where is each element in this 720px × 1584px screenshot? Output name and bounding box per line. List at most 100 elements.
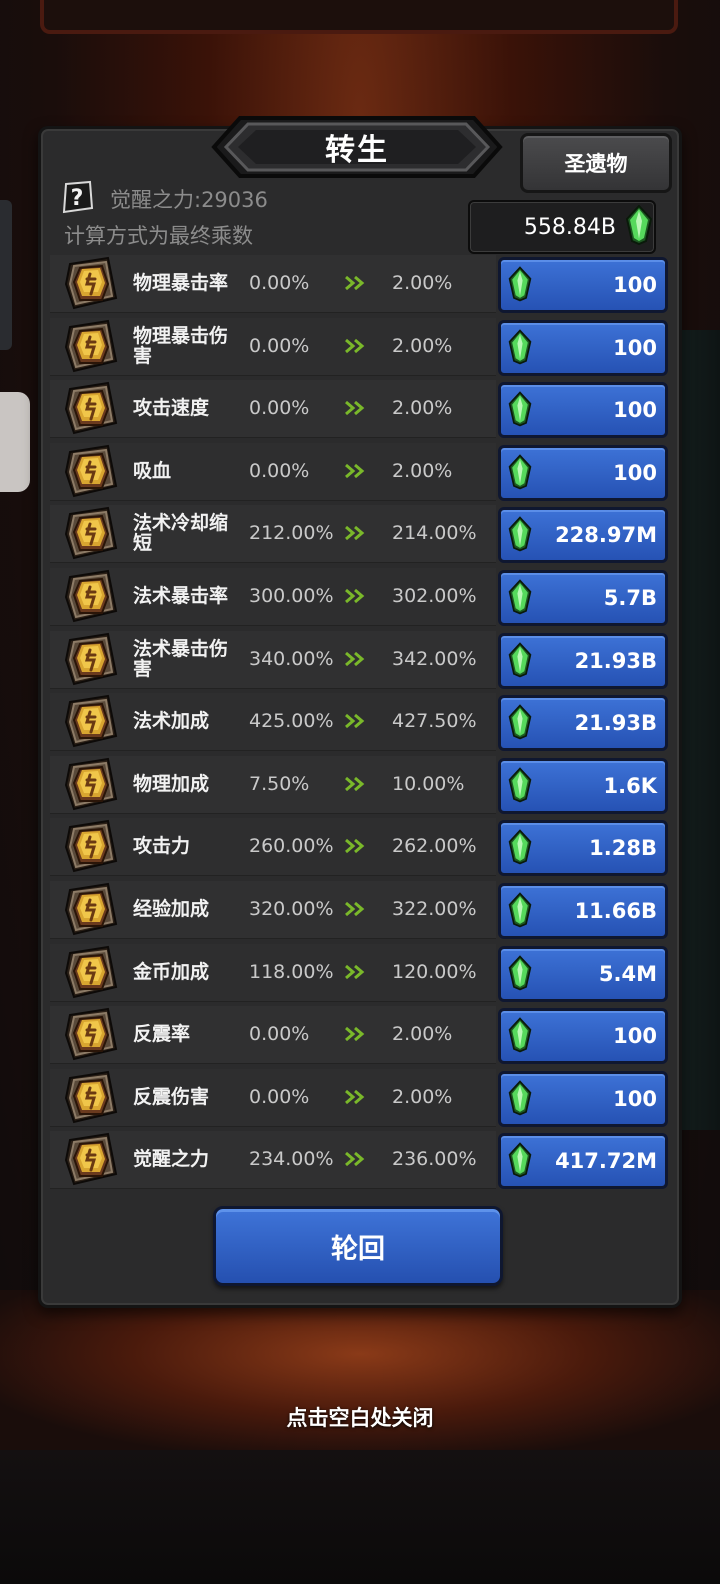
- green-gem-icon: [507, 829, 533, 869]
- upgrade-cost-button[interactable]: 100: [498, 1008, 668, 1065]
- stat-row: 反震伤害 0.00% 2.00% 100: [50, 1066, 668, 1129]
- green-gem-icon: [507, 266, 533, 306]
- double-arrow-icon: [344, 525, 368, 541]
- double-arrow-icon: [344, 651, 368, 667]
- cost-value: 21.93B: [574, 648, 657, 673]
- upgrade-cost-button[interactable]: 228.97M: [498, 507, 668, 564]
- cost-value: 5.7B: [603, 585, 657, 610]
- stat-next-value: 262.00%: [392, 835, 477, 858]
- double-arrow-icon: [344, 400, 368, 416]
- cost-value: 100: [613, 1024, 657, 1049]
- double-arrow-icon: [344, 588, 368, 604]
- cost-value: 100: [613, 1086, 657, 1111]
- upgrade-cost-button[interactable]: 21.93B: [498, 632, 668, 689]
- stat-row: 吸血 0.00% 2.00% 100: [50, 440, 668, 503]
- background-top-frame: [40, 0, 678, 34]
- green-gem-icon: [507, 391, 533, 431]
- stat-name: 反震伤害: [133, 1085, 210, 1108]
- green-gem-icon: [507, 954, 533, 995]
- green-gem-icon: [507, 641, 533, 682]
- upgrade-cost-button[interactable]: 21.93B: [498, 695, 668, 752]
- reincarnate-button[interactable]: 轮回: [213, 1206, 503, 1286]
- double-arrow-icon: [344, 338, 368, 354]
- cost-value: 228.97M: [555, 523, 657, 548]
- double-arrow-icon: [344, 275, 368, 291]
- stat-name: 攻击速度: [133, 397, 210, 420]
- double-arrow-icon: [344, 901, 368, 917]
- stat-current-value: 0.00%: [249, 272, 310, 294]
- stat-next-value: 2.00%: [392, 1023, 453, 1046]
- page-title: 转生: [325, 133, 389, 168]
- stat-next-value: 427.50%: [392, 710, 477, 733]
- question-mark-icon[interactable]: ?: [60, 180, 94, 214]
- stat-next-value: 2.00%: [392, 397, 453, 420]
- upgrade-cost-button[interactable]: 11.66B: [498, 882, 668, 939]
- double-arrow-icon: [344, 838, 368, 854]
- upgrade-cost-button[interactable]: 1.28B: [498, 820, 668, 877]
- stat-current-value: 0.00%: [249, 459, 310, 482]
- stat-name: 法术暴击伤害: [133, 637, 229, 680]
- stat-current-value: 340.00%: [249, 647, 334, 670]
- upgrade-cost-button[interactable]: 100: [498, 257, 668, 313]
- stat-row: 物理暴击伤害 0.00% 2.00% 100: [50, 315, 668, 378]
- cost-value: 100: [613, 273, 657, 297]
- green-gem-icon: [507, 1142, 533, 1182]
- upgrade-cost-button[interactable]: 100: [498, 444, 668, 501]
- rune-stone-icon: [62, 880, 120, 938]
- upgrade-cost-button[interactable]: 100: [498, 1070, 668, 1127]
- rune-stone-icon: [62, 943, 120, 1001]
- close-hint[interactable]: 点击空白处关闭: [0, 1402, 720, 1432]
- upgrade-cost-button[interactable]: 5.4M: [498, 945, 668, 1002]
- rune-stone-icon: [62, 630, 120, 688]
- double-arrow-icon: [344, 776, 368, 792]
- stat-current-value: 320.00%: [249, 897, 334, 920]
- stat-current-value: 425.00%: [249, 710, 334, 733]
- background-left-tab: [0, 392, 30, 492]
- stat-name: 经验加成: [133, 897, 210, 920]
- green-gem-icon: [624, 204, 654, 249]
- stat-next-value: 2.00%: [392, 459, 453, 482]
- calc-note: 计算方式为最终乘数: [64, 224, 253, 248]
- green-gem-icon: [507, 454, 533, 494]
- rune-stone-icon: [62, 504, 120, 562]
- green-gem-icon: [507, 516, 533, 556]
- double-arrow-icon: [344, 1026, 368, 1042]
- double-arrow-icon: [344, 1089, 368, 1105]
- upgrade-cost-button[interactable]: 417.72M: [498, 1133, 668, 1190]
- cost-value: 1.6K: [603, 773, 657, 798]
- stat-current-value: 118.00%: [249, 960, 334, 983]
- relic-button[interactable]: 圣遗物: [520, 133, 672, 193]
- stat-next-value: 342.00%: [392, 647, 477, 670]
- awaken-power-label: 觉醒之力:29036: [110, 188, 268, 212]
- stat-row: 攻击力 260.00% 262.00% 1.28B: [50, 815, 668, 878]
- stat-name: 物理暴击率: [133, 272, 229, 294]
- green-gem-icon: [507, 328, 533, 369]
- stat-name: 金币加成: [133, 960, 210, 983]
- green-gem-icon: [507, 1079, 533, 1120]
- stat-current-value: 0.00%: [249, 1085, 310, 1108]
- stat-row: 经验加成 320.00% 322.00% 11.66B: [50, 878, 668, 941]
- upgrade-cost-button[interactable]: 100: [498, 382, 668, 439]
- stat-name: 物理暴击伤害: [133, 324, 229, 367]
- stat-row: 攻击速度 0.00% 2.00% 100: [50, 377, 668, 440]
- upgrade-cost-button[interactable]: 5.7B: [498, 569, 668, 626]
- rune-stone-icon: [62, 379, 120, 437]
- background-floor: [0, 1450, 720, 1584]
- stat-row: 法术暴击伤害 340.00% 342.00% 21.93B: [50, 628, 668, 691]
- upgrade-cost-button[interactable]: 100: [498, 319, 668, 376]
- green-gem-icon: [507, 1017, 533, 1057]
- stat-next-value: 10.00%: [392, 772, 465, 795]
- stat-current-value: 260.00%: [249, 835, 334, 858]
- stat-next-value: 2.00%: [392, 272, 453, 294]
- rune-stone-icon: [62, 317, 120, 375]
- rune-stone-icon: [62, 1068, 120, 1126]
- stat-name: 法术冷却缩短: [133, 512, 229, 555]
- stat-row: 法术加成 425.00% 427.50% 21.93B: [50, 690, 668, 753]
- cost-value: 11.66B: [574, 898, 657, 923]
- stat-name: 物理加成: [133, 772, 210, 795]
- title-plate: 转生: [210, 112, 504, 182]
- stat-current-value: 0.00%: [249, 1023, 310, 1046]
- upgrade-cost-button[interactable]: 1.6K: [498, 757, 668, 814]
- rune-stone-icon: [62, 1005, 120, 1063]
- cost-value: 100: [613, 335, 657, 360]
